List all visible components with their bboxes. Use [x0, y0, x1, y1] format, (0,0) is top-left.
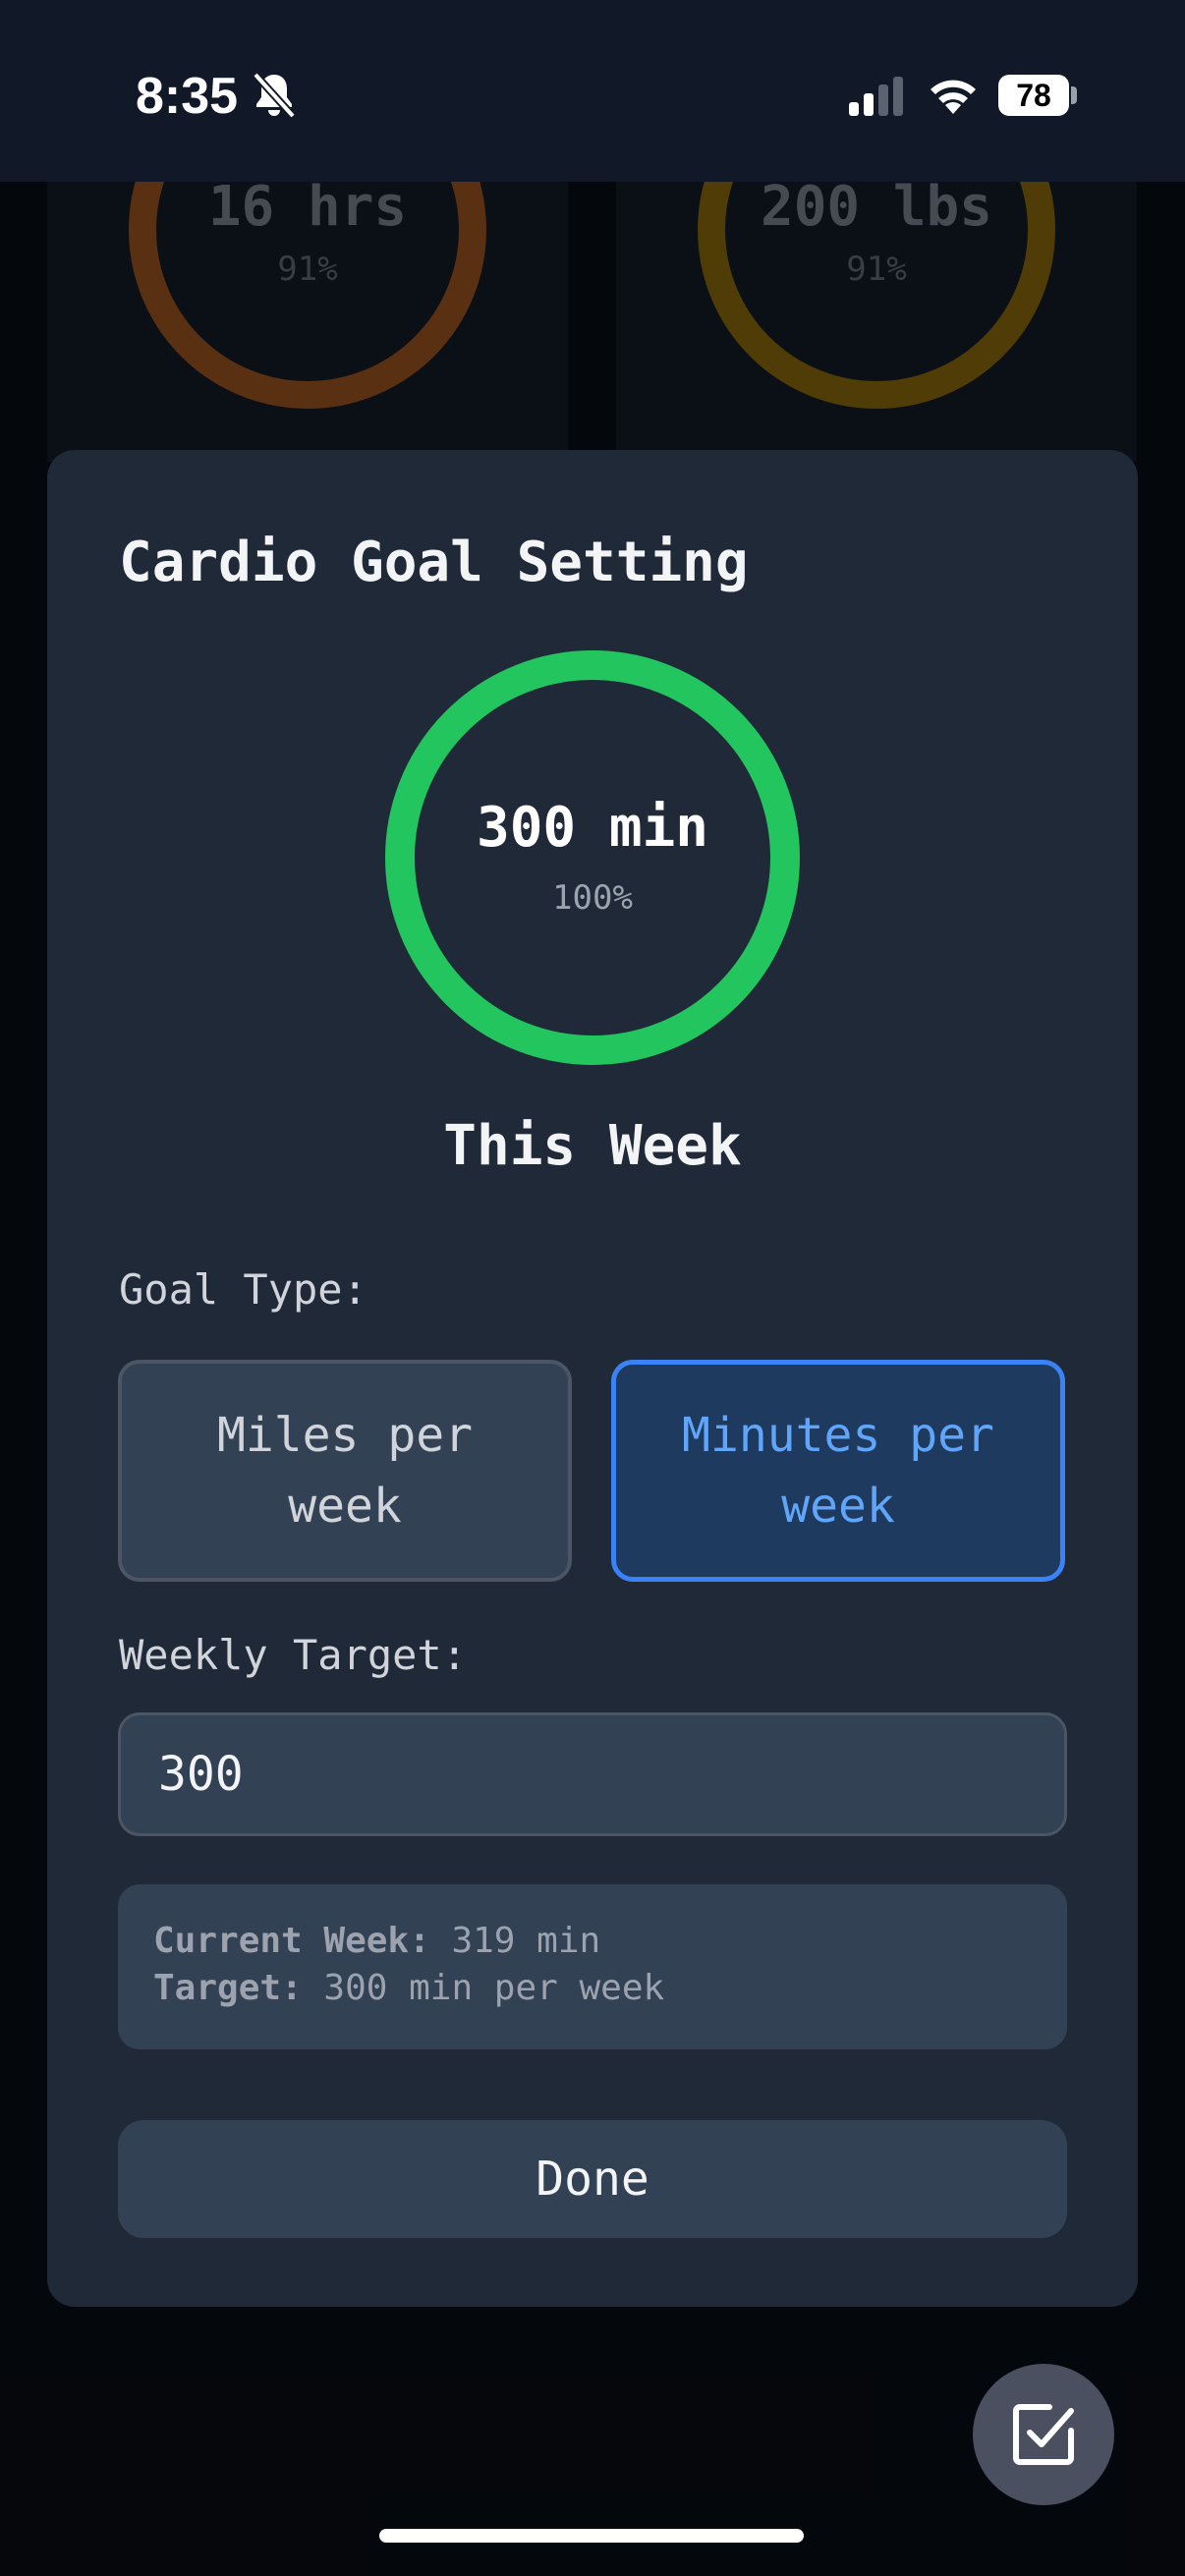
goal-progress-value: 300 min	[476, 796, 708, 860]
goal-progress-percent: 100%	[552, 878, 633, 918]
weekly-target-label: Weekly Target:	[119, 1631, 468, 1679]
status-time: 8:35	[136, 68, 239, 125]
cellular-signal-icon	[849, 77, 903, 116]
current-week-value: 319 min	[451, 1921, 601, 1961]
cardio-goal-modal: Cardio Goal Setting 300 min 100% This We…	[47, 450, 1138, 2307]
current-week-label: Current Week:	[153, 1921, 430, 1961]
done-button[interactable]: Done	[118, 2120, 1067, 2238]
minutes-per-week-option[interactable]: Minutes per week	[611, 1360, 1065, 1582]
current-week-row: Current Week: 319 min	[153, 1918, 1032, 1965]
miles-per-week-option[interactable]: Miles per week	[118, 1360, 572, 1582]
checkbox-edit-icon	[1013, 2404, 1074, 2465]
status-bar: 8:35 78	[0, 0, 1185, 182]
option-label: Miles per week	[216, 1408, 474, 1534]
battery-indicator: 78	[998, 75, 1077, 116]
weekly-target-input[interactable]	[118, 1712, 1067, 1836]
bell-muted-icon	[253, 72, 296, 119]
battery-level: 78	[1016, 78, 1051, 113]
modal-title: Cardio Goal Setting	[119, 531, 749, 594]
target-row: Target: 300 min per week	[153, 1965, 1032, 2012]
home-indicator	[379, 2529, 804, 2543]
option-label: Minutes per week	[682, 1408, 994, 1534]
checklist-fab-button[interactable]	[973, 2364, 1114, 2505]
target-label: Target:	[153, 1968, 303, 2008]
target-value: 300 min per week	[323, 1968, 665, 2008]
goal-summary: Current Week: 319 min Target: 300 min pe…	[118, 1884, 1067, 2049]
period-label: This Week	[443, 1114, 742, 1178]
goal-type-label: Goal Type:	[119, 1265, 367, 1314]
wifi-icon	[931, 80, 976, 114]
